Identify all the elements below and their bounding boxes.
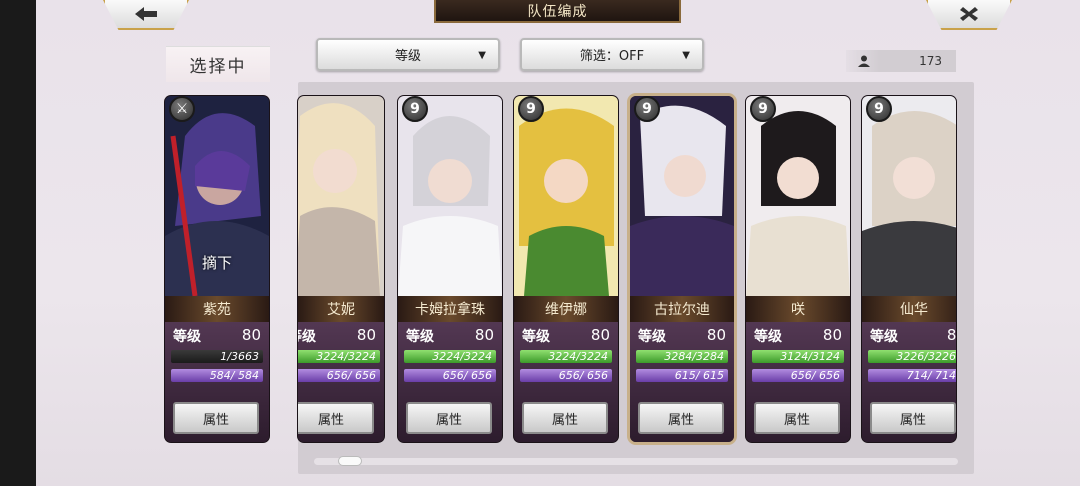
rarity-badge-icon: 9 — [518, 96, 544, 122]
sword-badge-icon: ⚔ — [169, 96, 195, 122]
mp-bar: 656/ 656 — [752, 369, 844, 382]
character-portrait — [630, 96, 734, 296]
rarity-badge-icon: 9 — [750, 96, 776, 122]
scrollbar-track[interactable] — [314, 458, 958, 465]
level-label: 等级 — [298, 329, 316, 345]
character-stats: 等级 80 3284/3284 615/ 615 属性 — [630, 322, 734, 442]
chevron-down-icon: ▼ — [478, 50, 486, 61]
character-card[interactable]: 9 维伊娜 等级 80 3224/3224 656/ 656 属性 — [514, 96, 618, 442]
hp-bar: 3226/3226 — [868, 350, 956, 363]
character-count: 173 — [846, 50, 956, 72]
character-stats: 等级 80 3224/3224 656/ 656 属性 — [398, 322, 502, 442]
attribute-button[interactable]: 属性 — [870, 402, 956, 434]
attribute-button[interactable]: 属性 — [754, 402, 840, 434]
level-label: 等级 — [754, 329, 782, 345]
character-portrait — [298, 96, 384, 296]
attribute-button[interactable]: 属性 — [638, 402, 724, 434]
hp-bar: 3224/3224 — [404, 350, 496, 363]
person-icon — [858, 55, 870, 67]
character-portrait — [746, 96, 850, 296]
level-value: 80 — [241, 326, 261, 344]
attribute-button[interactable]: 属性 — [406, 402, 492, 434]
mp-bar: 584/ 584 — [171, 369, 263, 382]
character-stats: 等级 80 3224/3224 656/ 656 属性 — [514, 322, 618, 442]
scrollbar-thumb[interactable] — [338, 456, 362, 466]
mp-bar: 656/ 656 — [404, 369, 496, 382]
hp-bar: 3124/3124 — [752, 350, 844, 363]
attribute-button[interactable]: 属性 — [298, 402, 374, 434]
rarity-badge-icon: 9 — [866, 96, 892, 122]
character-name: 仙华 — [862, 296, 956, 322]
selecting-label: 选择中 — [166, 46, 270, 82]
level-label: 等级 — [406, 329, 434, 345]
character-name: 紫苑 — [165, 296, 269, 322]
character-stats: 等级 80 3226/3226 714/ 714 属性 — [862, 322, 956, 442]
remove-label[interactable]: 摘下 — [165, 252, 269, 273]
level-value: 80 — [946, 326, 956, 344]
mp-bar: 656/ 656 — [520, 369, 612, 382]
level-value: 80 — [474, 326, 494, 344]
chevron-down-icon: ▼ — [682, 50, 690, 61]
close-icon — [960, 7, 978, 21]
close-button[interactable] — [926, 0, 1012, 30]
character-card[interactable]: 艾妮 等级 80 3224/3224 656/ 656 属性 — [298, 96, 384, 442]
level-label: 等级 — [522, 329, 550, 345]
character-name: 古拉尔迪 — [630, 296, 734, 322]
rarity-badge-icon: 9 — [402, 96, 428, 122]
level-value: 80 — [822, 326, 842, 344]
level-label: 等级 — [870, 329, 898, 345]
character-stats: 等级 80 1/3663 584/ 584 属性 — [165, 322, 269, 442]
selected-character-card[interactable]: ⚔ 摘下 紫苑 等级 80 1/3663 584/ 584 属性 — [165, 96, 269, 442]
character-count-value: 173 — [919, 54, 942, 68]
mp-bar: 656/ 656 — [298, 369, 380, 382]
character-card[interactable]: 9 卡姆拉拿珠 等级 80 3224/3224 656/ 656 属性 — [398, 96, 502, 442]
mp-bar: 615/ 615 — [636, 369, 728, 382]
character-stats: 等级 80 3224/3224 656/ 656 属性 — [298, 322, 384, 442]
character-name: 维伊娜 — [514, 296, 618, 322]
level-label: 等级 — [638, 329, 666, 345]
character-name: 艾妮 — [298, 296, 384, 322]
character-name: 卡姆拉拿珠 — [398, 296, 502, 322]
character-card[interactable]: 9 咲 等级 80 3124/3124 656/ 656 属性 — [746, 96, 850, 442]
character-card[interactable]: 9 古拉尔迪 等级 80 3284/3284 615/ 615 属性 — [630, 96, 734, 442]
character-name: 咲 — [746, 296, 850, 322]
mp-bar: 714/ 714 — [868, 369, 956, 382]
level-label: 等级 — [173, 329, 201, 345]
back-button[interactable] — [103, 0, 189, 30]
left-edge-bar — [0, 0, 36, 486]
hp-bar: 3224/3224 — [520, 350, 612, 363]
character-portrait — [862, 96, 956, 296]
character-card[interactable]: 9 仙华 等级 80 3226/3226 714/ 714 属性 — [862, 96, 956, 442]
character-portrait — [514, 96, 618, 296]
filter-dropdown-label: 筛选：OFF — [579, 49, 645, 64]
hp-bar: 1/3663 — [171, 350, 263, 363]
level-value: 80 — [706, 326, 726, 344]
sort-dropdown[interactable]: 等级 ▼ — [316, 38, 500, 71]
level-value: 80 — [590, 326, 610, 344]
character-portrait — [398, 96, 502, 296]
hp-bar: 3284/3284 — [636, 350, 728, 363]
sort-dropdown-label: 等级 — [394, 49, 421, 64]
character-stats: 等级 80 3124/3124 656/ 656 属性 — [746, 322, 850, 442]
filter-dropdown[interactable]: 筛选：OFF ▼ — [520, 38, 704, 71]
attribute-button[interactable]: 属性 — [522, 402, 608, 434]
rarity-badge-icon: 9 — [634, 96, 660, 122]
back-arrow-icon — [135, 7, 157, 21]
page-title: 队伍编成 — [434, 0, 681, 23]
hp-bar: 3224/3224 — [298, 350, 380, 363]
attribute-button[interactable]: 属性 — [173, 402, 259, 434]
level-value: 80 — [356, 326, 376, 344]
